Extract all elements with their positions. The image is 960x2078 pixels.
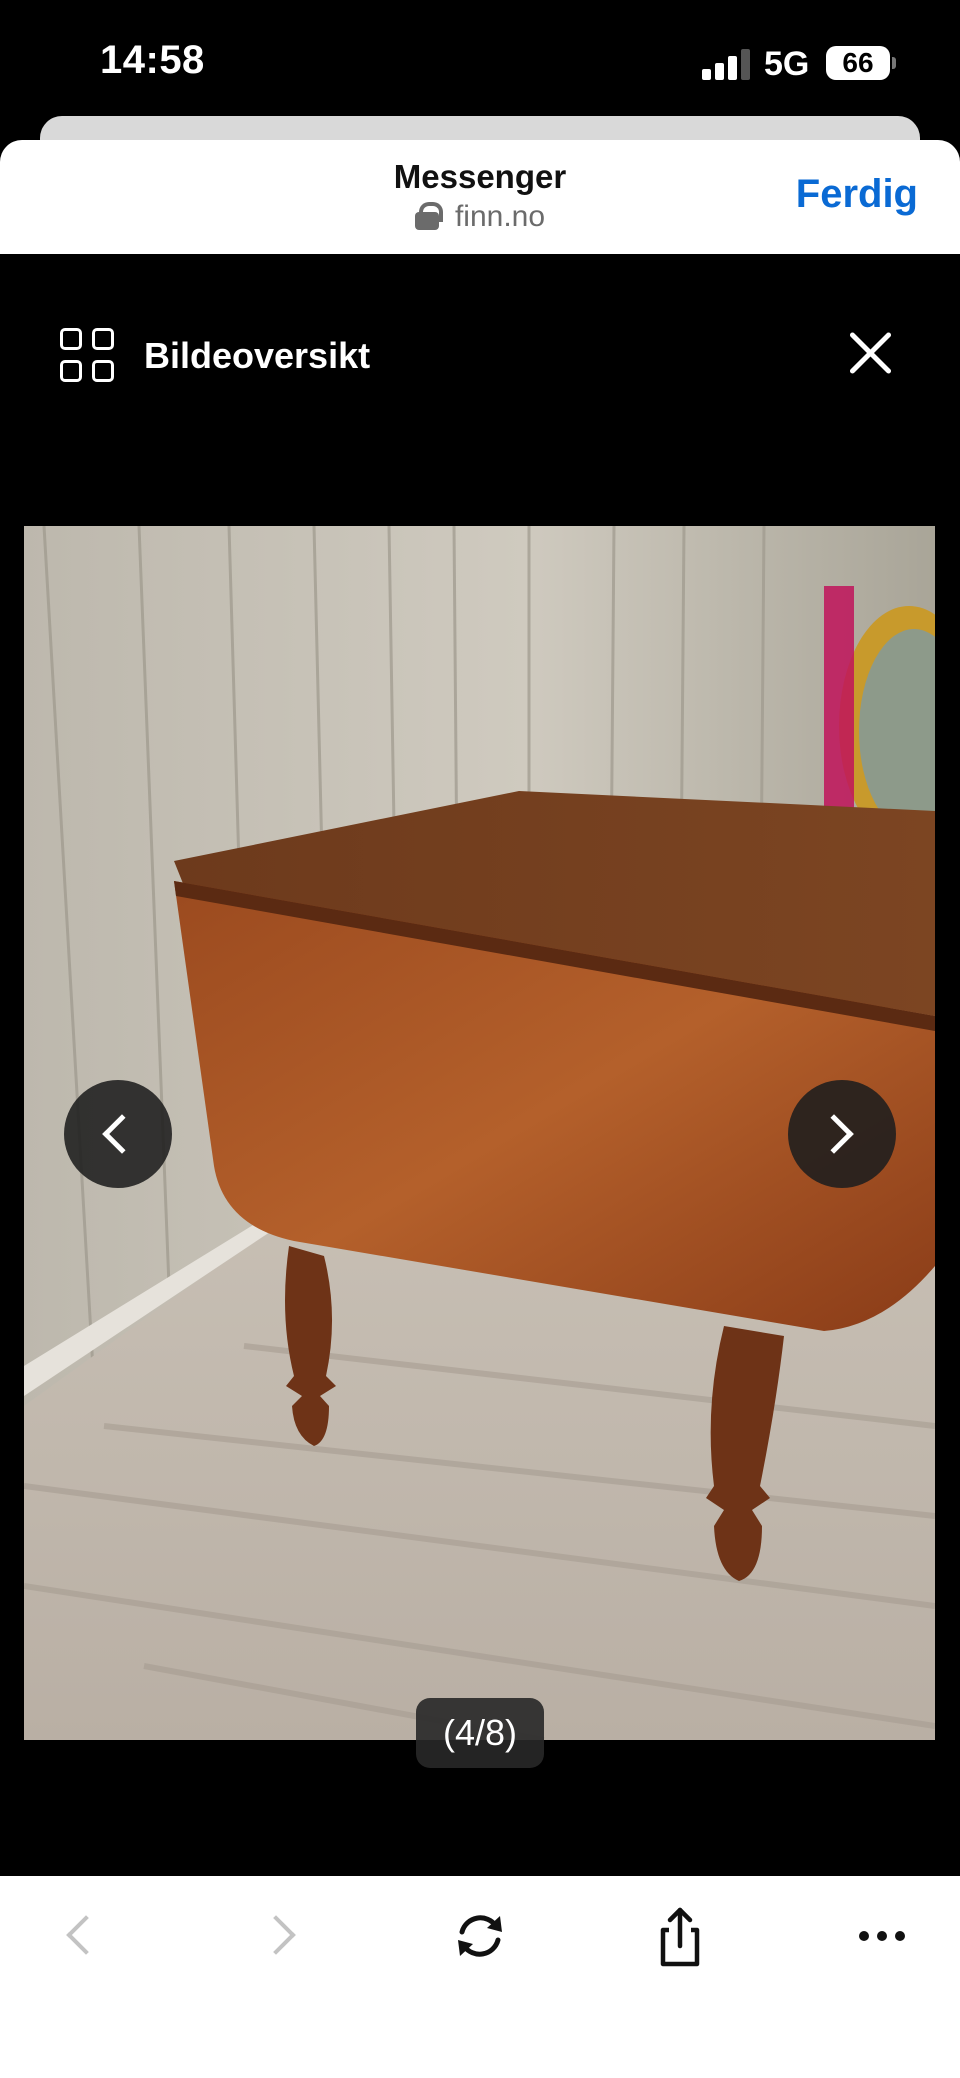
forward-button[interactable]: [242, 1896, 322, 1976]
image-counter: (4/8): [416, 1698, 544, 1768]
chevron-left-icon: [66, 1915, 106, 1955]
chevron-right-icon: [256, 1915, 296, 1955]
battery-icon: 66: [826, 46, 890, 80]
done-button[interactable]: Ferdig: [796, 172, 918, 217]
network-label: 5G: [764, 45, 810, 83]
grid-icon: [60, 328, 116, 384]
image-gallery: Bildeoversikt (4/8): [0, 254, 960, 1876]
share-icon: [660, 1907, 700, 1967]
close-icon[interactable]: [846, 328, 896, 378]
more-icon: [859, 1931, 905, 1941]
more-button[interactable]: [842, 1896, 922, 1976]
browser-header: Messenger finn.no Ferdig: [0, 140, 960, 254]
image-overview-label: Bildeoversikt: [144, 335, 371, 376]
image-overview-button[interactable]: Bildeoversikt: [60, 324, 370, 388]
signal-icon: [702, 48, 750, 80]
browser-toolbar: [0, 1876, 960, 2078]
battery-cap: [892, 57, 896, 69]
status-bar: 14:58 5G 66: [0, 0, 960, 120]
status-time: 14:58: [100, 38, 205, 82]
next-image-button[interactable]: [788, 1080, 896, 1188]
chevron-left-icon: [102, 1114, 142, 1154]
lock-icon: [414, 202, 443, 230]
reload-button[interactable]: [440, 1896, 520, 1976]
domain-label: finn.no: [454, 200, 546, 233]
back-button[interactable]: [38, 1896, 118, 1976]
reload-icon: [458, 1915, 502, 1957]
battery-level: 66: [842, 47, 874, 78]
chevron-right-icon: [814, 1114, 854, 1154]
share-button[interactable]: [640, 1896, 720, 1976]
previous-image-button[interactable]: [64, 1080, 172, 1188]
